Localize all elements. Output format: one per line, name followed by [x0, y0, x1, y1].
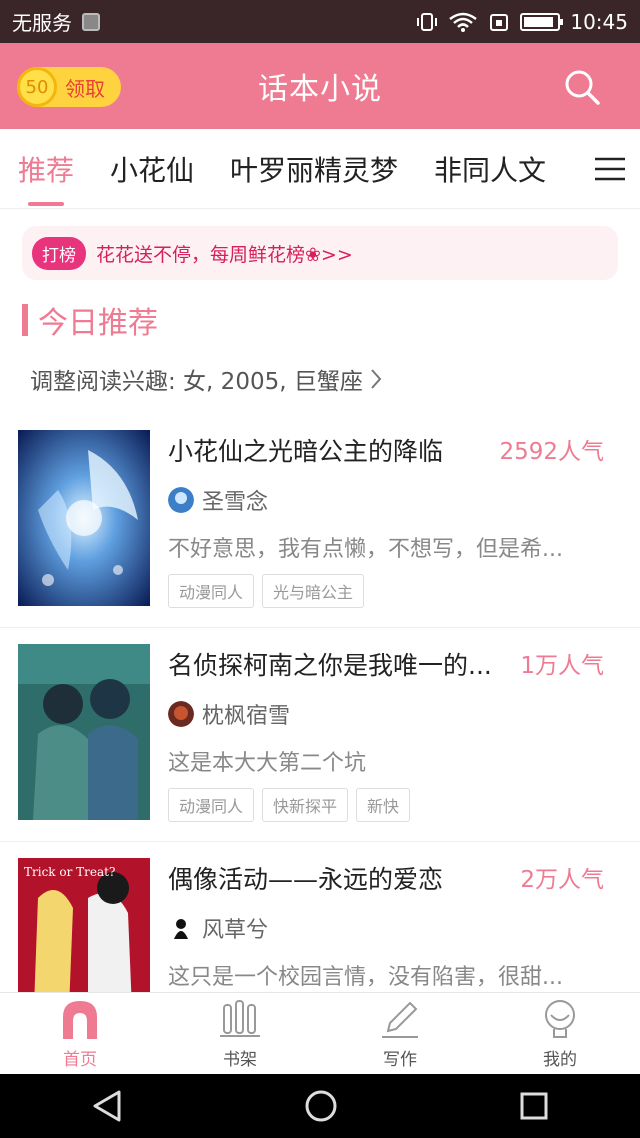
leaderboard-banner[interactable]: 打榜 花花送不停，每周鲜花榜❀>> — [22, 226, 618, 280]
home-icon — [63, 1001, 97, 1039]
book-item[interactable]: 名侦探柯南之你是我唯一的... 1万人气 枕枫宿雪 这是本大大第二个坑 动漫同人… — [0, 628, 640, 842]
nav-profile[interactable]: 我的 — [480, 993, 640, 1074]
app-title: 话本小说 — [258, 72, 382, 107]
wifi-icon — [449, 12, 478, 32]
bottom-nav: 首页 书架 写作 我的 — [0, 992, 640, 1074]
section-title: 今日推荐 — [22, 298, 158, 342]
menu-icon — [595, 157, 625, 180]
book-author: 圣雪念 — [168, 484, 268, 516]
tab-non-fanfic[interactable]: 非同人文 — [416, 129, 564, 209]
recents-icon[interactable] — [519, 1091, 549, 1121]
nav-profile-label: 我的 — [543, 1050, 577, 1070]
book-cover: Trick or Treat? — [18, 858, 150, 992]
book-tag[interactable]: 动漫同人 — [168, 788, 255, 822]
back-icon[interactable] — [91, 1089, 123, 1123]
tab-xiaohuaxian[interactable]: 小花仙 — [92, 129, 212, 209]
book-tag[interactable]: 光与暗公主 — [262, 574, 365, 608]
search-icon[interactable] — [562, 67, 602, 107]
chevron-right-icon — [371, 369, 382, 389]
nav-home[interactable]: 首页 — [0, 993, 160, 1074]
vibrate-icon — [417, 12, 438, 31]
bookshelf-icon — [220, 1000, 260, 1037]
book-description: 这是本大大第二个坑 — [168, 751, 367, 776]
book-cover — [18, 430, 150, 606]
sim-icon — [490, 13, 509, 31]
clock: 10:45 — [570, 9, 628, 34]
author-name: 风草兮 — [202, 918, 269, 943]
claim-coins-button[interactable]: 50 领取 — [17, 67, 121, 107]
status-bar: 无服务 10:45 — [0, 0, 640, 43]
book-author: 风草兮 — [168, 912, 268, 944]
book-title: 偶像活动——永远的爱恋 — [168, 865, 444, 894]
book-title: 小花仙之光暗公主的降临 — [168, 437, 444, 466]
book-description: 这只是一个校园言情，没有陷害，很甜... — [168, 965, 563, 990]
banner-tag: 打榜 — [32, 236, 86, 270]
nav-write-label: 写作 — [383, 1050, 417, 1070]
book-cover — [18, 644, 150, 820]
carrier-label: 无服务 — [12, 11, 72, 35]
app-header: 50 领取 话本小说 — [0, 43, 640, 129]
book-author: 枕枫宿雪 — [168, 698, 290, 730]
home-circle-icon[interactable] — [304, 1089, 338, 1123]
system-nav-bar — [0, 1074, 640, 1138]
author-name: 枕枫宿雪 — [202, 704, 291, 729]
tab-recommend[interactable]: 推荐 — [0, 129, 92, 209]
avatar — [168, 701, 194, 727]
cover-text: Trick or Treat? — [24, 865, 115, 879]
tab-yeluoli[interactable]: 叶罗丽精灵梦 — [212, 129, 416, 209]
book-tag[interactable]: 新快 — [356, 788, 411, 822]
nav-bookshelf-label: 书架 — [223, 1050, 257, 1070]
pen-icon — [382, 1001, 418, 1038]
image-notification-icon — [82, 12, 100, 31]
tab-menu-button[interactable] — [580, 129, 640, 208]
book-item[interactable]: Trick or Treat? 偶像活动——永远的爱恋 2万人气 风草兮 这只是… — [0, 842, 640, 992]
book-title: 名侦探柯南之你是我唯一的... — [168, 651, 492, 680]
book-popularity: 1万人气 — [520, 653, 604, 679]
profile-icon — [545, 1000, 575, 1038]
book-popularity: 2592人气 — [499, 439, 604, 465]
claim-label: 领取 — [65, 76, 105, 101]
section-marker — [22, 304, 28, 336]
avatar — [168, 915, 194, 941]
battery-icon — [520, 12, 564, 31]
avatar — [168, 487, 194, 513]
category-tabs: 推荐 小花仙 叶罗丽精灵梦 非同人文 B — [0, 129, 640, 209]
banner-text: 花花送不停，每周鲜花榜❀>> — [96, 243, 353, 266]
book-tags: 动漫同人 快新探平 新快 — [168, 788, 411, 822]
book-description: 不好意思，我有点懒，不想写，但是希... — [168, 537, 563, 562]
book-tag[interactable]: 动漫同人 — [168, 574, 255, 608]
book-tag[interactable]: 快新探平 — [262, 788, 349, 822]
book-item[interactable]: 小花仙之光暗公主的降临 2592人气 圣雪念 不好意思，我有点懒，不想写，但是希… — [0, 414, 640, 628]
nav-write[interactable]: 写作 — [320, 993, 480, 1074]
nav-bookshelf[interactable]: 书架 — [160, 993, 320, 1074]
reading-preference-link[interactable]: 调整阅读兴趣: 女, 2005, 巨蟹座 — [30, 362, 383, 396]
section-label: 今日推荐 — [38, 306, 158, 341]
coin-count: 50 — [17, 67, 57, 107]
book-popularity: 2万人气 — [520, 867, 604, 893]
book-tags: 动漫同人 光与暗公主 — [168, 574, 365, 608]
preference-text: 调整阅读兴趣: 女, 2005, 巨蟹座 — [30, 369, 363, 395]
nav-home-label: 首页 — [63, 1050, 97, 1070]
author-name: 圣雪念 — [202, 490, 269, 515]
